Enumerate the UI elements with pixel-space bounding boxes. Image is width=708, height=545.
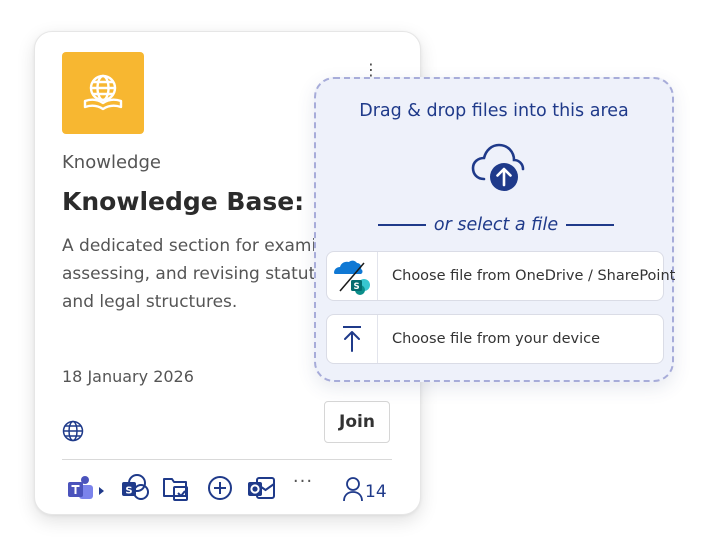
or-select-divider: or select a file	[378, 213, 614, 237]
onedrive-option-label: Choose file from OneDrive / SharePoint	[392, 268, 676, 284]
card-date: 18 January 2026	[62, 367, 194, 386]
more-apps-icon[interactable]: ···	[290, 472, 316, 498]
onedrive-sharepoint-icon: S	[334, 260, 370, 295]
person-icon	[343, 477, 363, 502]
drop-zone-heading: Drag & drop files into this area	[359, 101, 629, 121]
card-icon-tile	[62, 52, 144, 134]
upload-icon	[343, 326, 361, 352]
cloud-upload-icon	[471, 143, 525, 191]
choose-onedrive-button[interactable]: S Choose file from OneDrive / SharePoint	[326, 251, 675, 301]
file-drop-zone[interactable]: Drag & drop files into this area or sele…	[314, 77, 675, 382]
teams-icon[interactable]	[65, 473, 107, 503]
join-button[interactable]: Join	[324, 401, 390, 443]
outlook-icon[interactable]	[246, 473, 276, 503]
svg-text:S: S	[125, 486, 132, 497]
planner-icon[interactable]	[205, 473, 235, 503]
globe-icon	[62, 420, 84, 442]
or-select-text: or select a file	[433, 215, 559, 235]
members-count[interactable]: 14	[343, 474, 387, 502]
files-icon[interactable]	[161, 473, 191, 503]
upload-icon-cell	[327, 315, 378, 363]
device-option-label: Choose file from your device	[392, 331, 601, 347]
svg-text:S: S	[353, 282, 359, 292]
choose-device-button[interactable]: Choose file from your device	[326, 314, 664, 364]
card-divider	[62, 459, 392, 460]
member-count-label: 14	[365, 482, 387, 502]
card-category: Knowledge	[62, 152, 161, 173]
sharepoint-icon[interactable]: S	[120, 473, 150, 503]
globe-book-icon	[83, 74, 123, 111]
onedrive-icon-cell: S	[327, 252, 378, 300]
